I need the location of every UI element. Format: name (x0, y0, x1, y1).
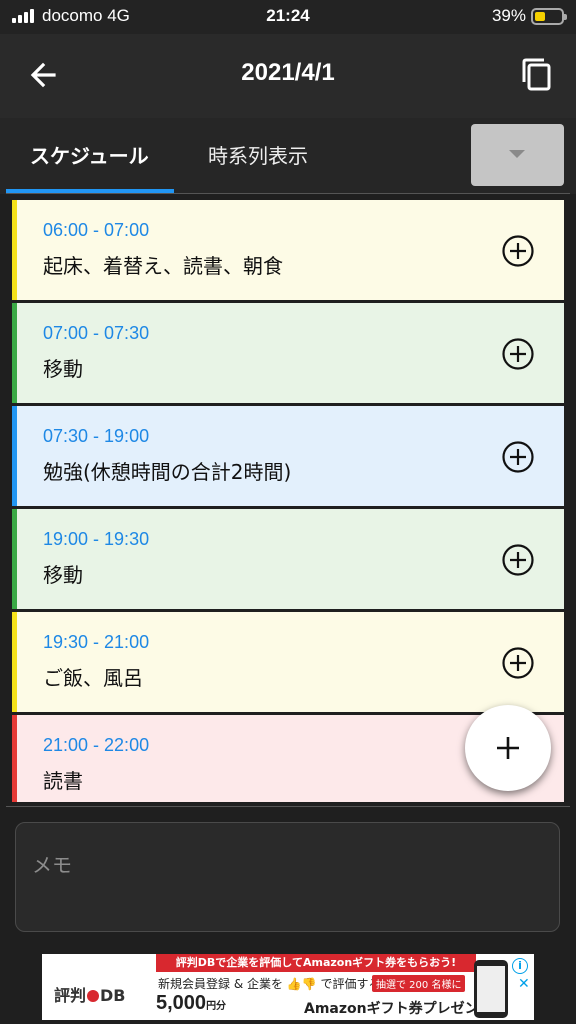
add-circle-icon[interactable] (501, 440, 535, 474)
add-circle-icon[interactable] (501, 337, 535, 371)
battery-icon (531, 8, 567, 25)
add-circle-icon[interactable] (501, 234, 535, 268)
schedule-title: 起床、着替え、読書、朝食 (43, 254, 283, 278)
schedule-item[interactable]: 19:00 - 19:30 移動 (12, 509, 564, 609)
add-schedule-button[interactable] (465, 705, 551, 791)
schedule-item[interactable]: 07:00 - 07:30 移動 (12, 303, 564, 403)
schedule-item[interactable]: 19:30 - 21:00 ご飯、風呂 (12, 612, 564, 712)
ad-offer: Amazonギフト券プレゼント! (304, 1001, 499, 1017)
ad-close-icon[interactable]: ✕ (518, 976, 530, 992)
schedule-item[interactable]: 06:00 - 07:00 起床、着替え、読書、朝食 (12, 200, 564, 300)
schedule-time: 06:00 - 07:00 (43, 220, 150, 240)
schedule-item[interactable]: 07:30 - 19:00 勉強(休憩時間の合計2時間) (12, 406, 564, 506)
tab-bar: スケジュール 時系列表示 (0, 118, 576, 194)
dropdown-button[interactable] (471, 124, 564, 186)
app-bar: 2021/4/1 (0, 34, 576, 118)
schedule-title: 移動 (43, 563, 83, 587)
ad-amount: 5,000円分 (156, 992, 226, 1015)
ad-amount-unit: 円分 (206, 1001, 227, 1012)
schedule-time: 21:00 - 22:00 (43, 735, 150, 755)
ad-subtext: 新規会員登録 & 企業を 👍👎 で評価すると (158, 977, 393, 991)
schedule-time: 19:00 - 19:30 (43, 529, 150, 549)
ad-logo-left: 評判 (54, 986, 87, 1005)
ad-phone-image (474, 960, 508, 1018)
chevron-down-icon (509, 150, 525, 158)
schedule-time: 07:30 - 19:00 (43, 426, 150, 446)
page-title: 2021/4/1 (241, 59, 335, 86)
schedule-title: 勉強(休憩時間の合計2時間) (43, 460, 292, 484)
divider (6, 193, 570, 194)
schedule-title: 読書 (43, 769, 83, 793)
ad-badge: 抽選で 200 名様に (372, 975, 466, 992)
battery-percent: 39% (491, 6, 526, 25)
ad-info-icon[interactable]: i (512, 958, 528, 974)
ad-amount-value: 5,000 (156, 992, 207, 1014)
copy-button[interactable] (518, 56, 554, 92)
ad-banner[interactable]: 評判DBで企業を評価してAmazonギフト券をもらおう! 評判 DB 新規会員登録… (42, 954, 534, 1020)
schedule-time: 07:00 - 07:30 (43, 323, 150, 343)
status-time: 21:24 (266, 6, 310, 25)
memo-placeholder: メモ (32, 853, 72, 877)
plus-icon (497, 737, 519, 759)
divider (6, 806, 570, 807)
add-circle-icon[interactable] (501, 646, 535, 680)
tab-schedule[interactable]: スケジュール (30, 140, 149, 169)
ad-headline: 評判DBで企業を評価してAmazonギフト券をもらおう! (156, 954, 476, 972)
battery-fill (535, 12, 545, 21)
ad-logo: 評判 DB (54, 982, 126, 1006)
tab-timeline[interactable]: 時系列表示 (208, 140, 308, 169)
schedule-title: ご飯、風呂 (43, 666, 143, 690)
schedule-list: 06:00 - 07:00 起床、着替え、読書、朝食 07:00 - 07:30 移動… (12, 200, 564, 802)
status-bar: docomo 4G 21:24 39% (0, 0, 576, 34)
ad-logo-right: DB (100, 986, 126, 1005)
schedule-time: 19:30 - 21:00 (43, 632, 150, 652)
copy-icon (522, 58, 551, 91)
schedule-title: 移動 (43, 357, 83, 381)
memo-field[interactable]: メモ (15, 822, 560, 932)
add-circle-icon[interactable] (501, 543, 535, 577)
